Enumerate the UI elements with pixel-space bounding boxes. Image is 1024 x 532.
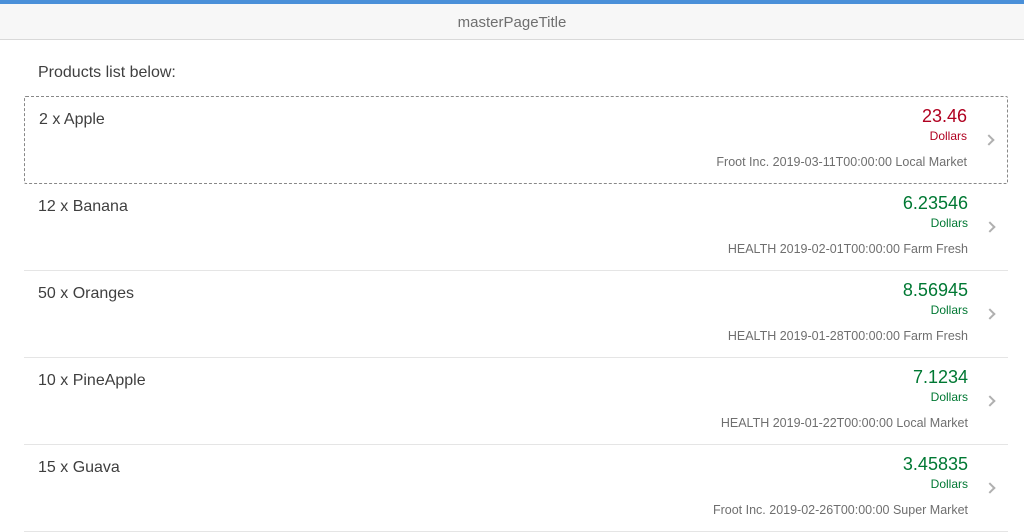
product-list-item[interactable]: 12 x Banana6.23546 Dollars HEALTH 2019-02-… (24, 184, 1008, 271)
product-title: 15 x Guava (38, 459, 968, 477)
currency-label: Dollars (903, 303, 968, 317)
page-content: Products list below: 2 x Apple23.46 Dolla… (0, 40, 1024, 532)
chevron-right-icon (984, 221, 995, 232)
product-title: 12 x Banana (38, 198, 968, 216)
product-price: 23.46 (922, 107, 967, 127)
product-title: 10 x PineApple (38, 372, 968, 390)
chevron-right-icon (984, 308, 995, 319)
product-price: 7.1234 (913, 368, 968, 388)
product-meta: HEALTH 2019-01-22T00:00:00 Local Market (38, 416, 968, 430)
product-list-item[interactable]: 10 x PineApple7.1234 Dollars HEALTH 2019-0… (24, 358, 1008, 445)
page-title: masterPageTitle (458, 14, 567, 31)
product-list-item[interactable]: 15 x Guava3.45835 Dollars Froot Inc. 2019-… (24, 445, 1008, 532)
product-list-item[interactable]: 2 x Apple23.46 Dollars Froot Inc. 2019-03-… (24, 96, 1008, 184)
product-price: 8.56945 (903, 281, 968, 301)
price-block: 3.45835 Dollars (903, 455, 968, 491)
price-block: 6.23546 Dollars (903, 194, 968, 230)
product-meta: Froot Inc. 2019-02-26T00:00:00 Super Mar… (38, 503, 968, 517)
price-block: 8.56945 Dollars (903, 281, 968, 317)
product-price: 3.45835 (903, 455, 968, 475)
chevron-right-icon (983, 134, 994, 145)
currency-label: Dollars (903, 477, 968, 491)
chevron-right-icon (984, 482, 995, 493)
currency-label: Dollars (913, 390, 968, 404)
product-meta: HEALTH 2019-01-28T00:00:00 Farm Fresh (38, 329, 968, 343)
product-list-item[interactable]: 50 x Oranges8.56945 Dollars HEALTH 2019-01… (24, 271, 1008, 358)
currency-label: Dollars (922, 129, 967, 143)
currency-label: Dollars (903, 216, 968, 230)
price-block: 7.1234 Dollars (913, 368, 968, 404)
list-heading: Products list below: (38, 64, 1008, 82)
product-price: 6.23546 (903, 194, 968, 214)
product-title: 2 x Apple (39, 111, 967, 129)
product-meta: HEALTH 2019-02-01T00:00:00 Farm Fresh (38, 242, 968, 256)
price-block: 23.46 Dollars (922, 107, 967, 143)
chevron-right-icon (984, 395, 995, 406)
product-meta: Froot Inc. 2019-03-11T00:00:00 Local Mar… (39, 155, 967, 169)
page-header: masterPageTitle (0, 0, 1024, 40)
product-list: 2 x Apple23.46 Dollars Froot Inc. 2019-03-… (24, 96, 1008, 532)
product-title: 50 x Oranges (38, 285, 968, 303)
